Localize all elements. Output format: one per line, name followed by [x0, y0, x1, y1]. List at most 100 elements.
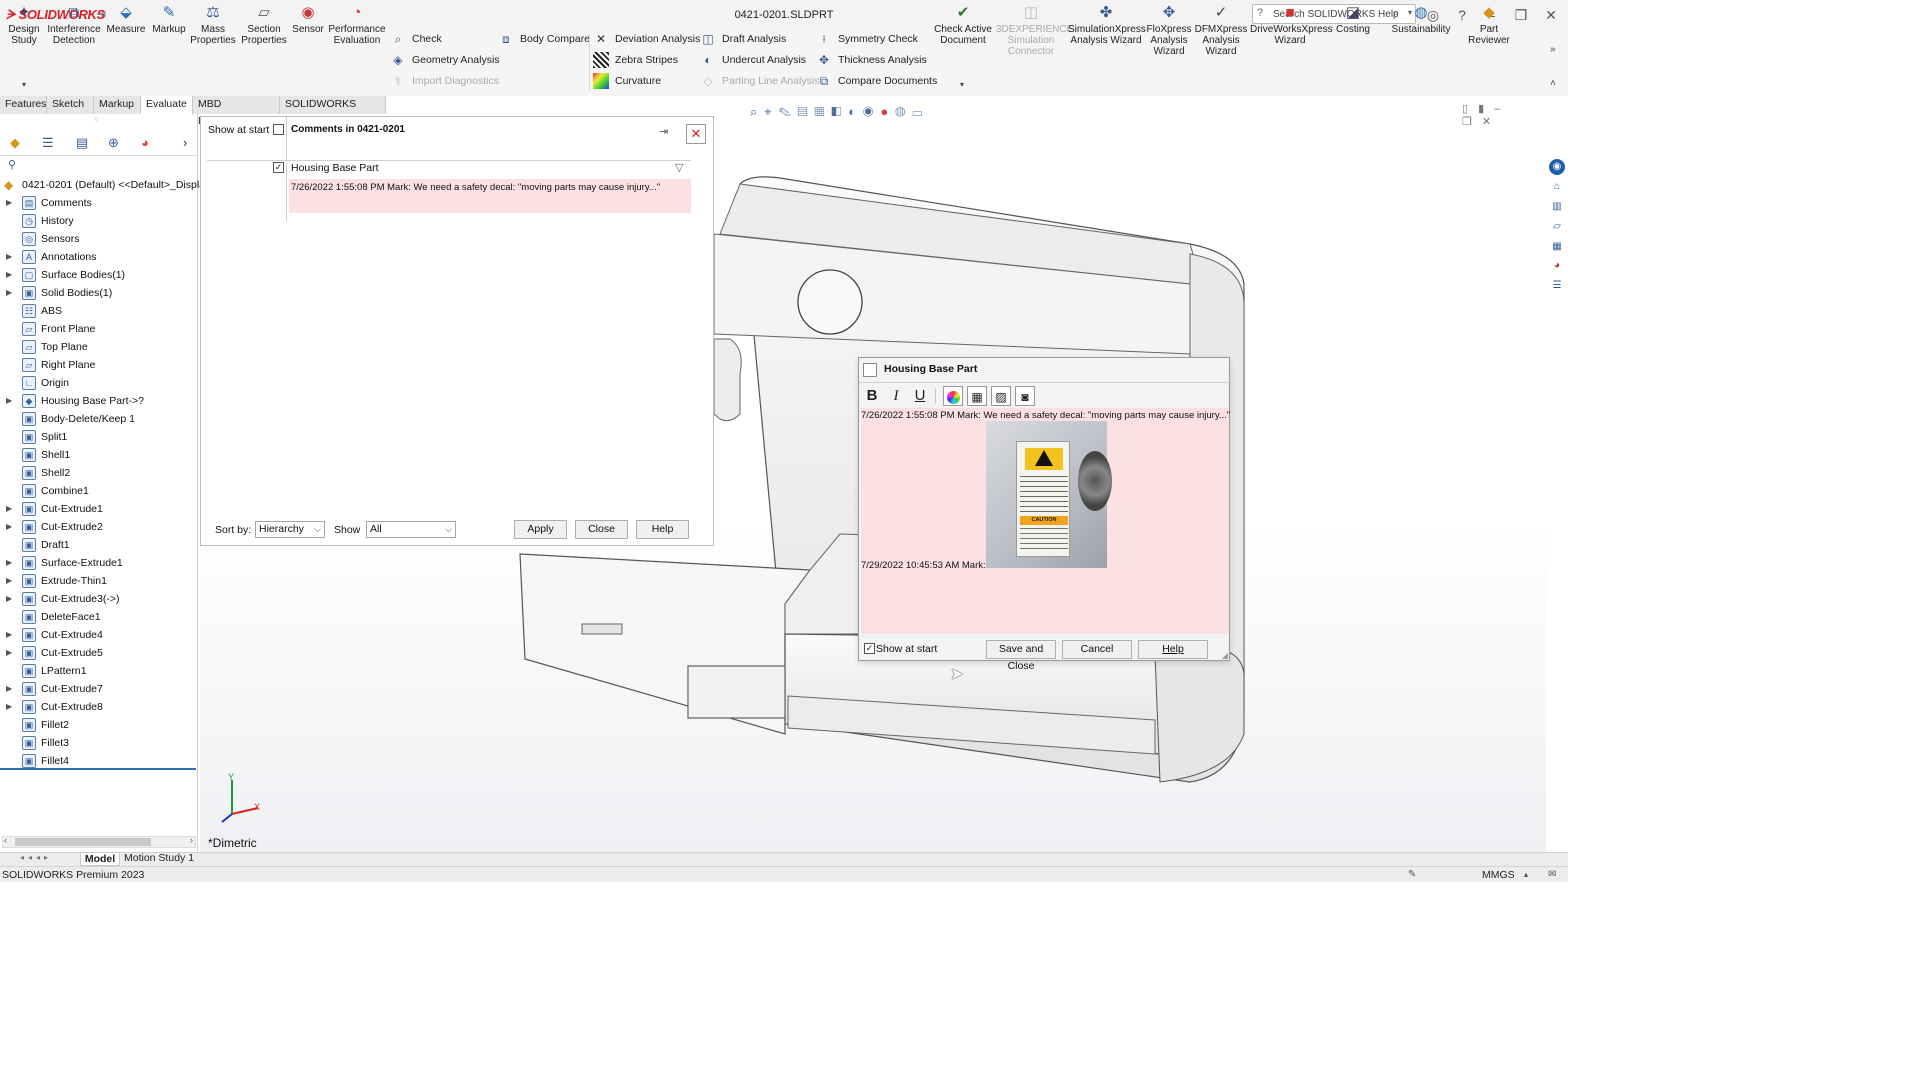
safety-decal-photo[interactable]: CAUTION — [986, 421, 1112, 568]
feature-manager-tab-icon[interactable]: ◆ — [10, 135, 20, 151]
edit-appearance-icon[interactable]: ● — [880, 104, 895, 119]
symmetry-check-button[interactable]: ⟊ Symmetry Check — [816, 30, 917, 50]
deviation-analysis-button[interactable]: ✕ Deviation Analysis — [593, 30, 700, 50]
hide-show-icon[interactable]: ◉ — [863, 104, 880, 119]
markup-button[interactable]: ✎ Markup — [150, 2, 188, 66]
costing-button[interactable]: ◪ Costing — [1332, 2, 1374, 66]
scrollbar-thumb[interactable] — [15, 838, 151, 846]
tree-item[interactable]: ▣ Combine1 — [0, 482, 198, 500]
units-dropdown-icon[interactable]: ▴ — [1524, 868, 1528, 882]
tree-item[interactable]: ▶ ▢ Surface Bodies(1) — [0, 266, 198, 284]
tree-item[interactable]: ▶ ▣ Cut-Extrude7 — [0, 680, 198, 698]
comment-text-area[interactable]: 7/26/2022 1:55:08 PM Mark: We need a saf… — [861, 408, 1230, 634]
dfmxpress-button[interactable]: ✓ DFMXpress Analysis Wizard — [1194, 2, 1248, 66]
expand-chevron-icon[interactable]: ▶ — [6, 194, 12, 212]
compare-documents-button[interactable]: ⧉ Compare Documents — [816, 72, 938, 92]
viewport-restore-icon[interactable]: ❐ — [1462, 116, 1482, 128]
collapse-ribbon-icon[interactable]: ˄ — [1550, 78, 1556, 89]
tree-item[interactable]: ▱ Right Plane — [0, 356, 198, 374]
tree-item[interactable]: ▣ Fillet2 — [0, 716, 198, 734]
tree-item[interactable]: ▶ ▣ Cut-Extrude5 — [0, 644, 198, 662]
design-study-dropdown-icon[interactable]: ▾ — [22, 80, 26, 89]
check-button[interactable]: ⌕ Check — [390, 30, 442, 50]
check-active-dropdown-icon[interactable]: ▾ — [960, 80, 964, 89]
show-at-start-checkbox[interactable] — [273, 124, 284, 135]
save-and-close-button[interactable]: Save and Close — [986, 640, 1056, 672]
editor-show-at-start-checkbox[interactable]: ✓ — [864, 643, 875, 654]
tab-scroll-arrows[interactable]: ◂◂◂▸ — [20, 853, 52, 862]
check-active-document-button[interactable]: ✔ Check Active Document — [934, 2, 992, 66]
part-reviewer-button[interactable]: ◆ Part Reviewer — [1460, 2, 1518, 66]
geometry-analysis-button[interactable]: ◈ Geometry Analysis — [390, 51, 499, 71]
expand-chevron-icon[interactable]: ▶ — [6, 626, 12, 644]
bold-button[interactable]: B — [862, 386, 882, 406]
configuration-manager-tab-icon[interactable]: ▤ — [76, 135, 88, 151]
section-properties-button[interactable]: ▱ Section Properties — [240, 2, 288, 66]
tree-horizontal-scrollbar[interactable]: ‹ › — [2, 835, 196, 848]
simulationxpress-button[interactable]: ✤ SimulationXpress Analysis Wizard — [1068, 2, 1146, 66]
dynamic-annotation-icon[interactable]: ▦ — [814, 104, 831, 119]
import-diagnostics-button[interactable]: ⚕ Import Diagnostics — [390, 72, 499, 92]
view-orientation-icon[interactable]: ◧ — [831, 104, 848, 119]
scroll-left-icon[interactable]: ‹ — [4, 835, 7, 845]
home-icon[interactable]: ⌂ — [1549, 179, 1565, 195]
curvature-button[interactable]: cCurvature — [593, 72, 661, 92]
viewport-minimize-icon[interactable]: – — [1494, 103, 1510, 115]
tree-item[interactable]: ◷ History — [0, 212, 198, 230]
apply-scene-icon[interactable]: ◍ — [895, 104, 912, 119]
expand-chevron-icon[interactable]: ▶ — [6, 392, 12, 410]
help-button[interactable]: Help — [636, 520, 689, 539]
custom-properties-icon[interactable]: ☰ — [1549, 278, 1565, 294]
tree-item[interactable]: ▣ Draft1 — [0, 536, 198, 554]
thickness-analysis-button[interactable]: ✥ Thickness Analysis — [816, 51, 927, 71]
interference-detection-button[interactable]: ⧉ Interference Detection — [46, 2, 102, 66]
view-palette-icon[interactable]: ▦ — [1549, 239, 1565, 255]
italic-button[interactable]: I — [886, 386, 906, 406]
close-button[interactable]: Close — [575, 520, 628, 539]
tab-evaluate[interactable]: Evaluate — [141, 96, 193, 114]
chat-icon[interactable]: ✉ — [1548, 868, 1556, 882]
show-filter-select[interactable]: All ⌵ — [366, 521, 456, 538]
tab-model[interactable]: Model — [80, 852, 120, 866]
expand-chevron-icon[interactable]: ▶ — [6, 590, 12, 608]
tree-item[interactable]: ▶ ▣ Cut-Extrude8 — [0, 698, 198, 716]
group-checkbox[interactable]: ✓ — [273, 162, 284, 173]
tab-motion-study[interactable]: Motion Study 1 — [124, 852, 194, 865]
heads-up-view-toolbar[interactable]: ⌕⌖✎▤▦◧◐◉●◍▭ — [750, 104, 929, 120]
tab-features[interactable]: Features — [0, 96, 47, 114]
sustainability-button[interactable]: ◍ Sustainability — [1388, 2, 1454, 66]
editor-help-button[interactable]: Help — [1138, 640, 1208, 659]
zebra-stripes-button[interactable]: zZebra Stripes — [593, 51, 678, 71]
tree-item[interactable]: ▶ ▣ Solid Bodies(1) — [0, 284, 198, 302]
expand-chevron-icon[interactable]: ▶ — [6, 554, 12, 572]
tree-item[interactable]: ▶ A Annotations — [0, 248, 198, 266]
more-tools-chevron-icon[interactable]: » — [1550, 44, 1556, 55]
tab-solidworks-addins[interactable]: SOLIDWORKS Add-Ins — [280, 96, 386, 127]
pin-panel-icon[interactable]: ⇥ — [659, 125, 668, 138]
tree-item[interactable]: ▣ Body-Delete/Keep 1 — [0, 410, 198, 428]
tree-item[interactable]: ▣ Shell1 — [0, 446, 198, 464]
display-manager-tab-icon[interactable]: ◕ — [141, 135, 149, 150]
solidworks-resources-icon[interactable]: ◉ — [1549, 159, 1565, 175]
tree-item[interactable]: ▣ Fillet4 — [0, 752, 198, 770]
tree-item[interactable]: ▣ DeleteFace1 — [0, 608, 198, 626]
tree-root[interactable]: ◆ 0421-0201 (Default) <<Default>_Display — [0, 176, 210, 194]
split-horizontal-icon[interactable]: ▯ — [1462, 103, 1478, 115]
expand-chevron-icon[interactable]: ▶ — [6, 266, 12, 284]
resize-grip-icon[interactable]: ◢ — [1222, 651, 1228, 660]
parting-line-analysis-button[interactable]: ◇ Parting Line Analysis — [700, 72, 819, 92]
comment-entry[interactable]: 7/26/2022 1:55:08 PM Mark: We need a saf… — [289, 179, 691, 213]
filter-comments-icon[interactable]: ▽ — [675, 161, 683, 174]
tab-sketch[interactable]: Sketch — [47, 96, 94, 114]
tree-item[interactable]: ▱ Top Plane — [0, 338, 198, 356]
rebuild-status-icon[interactable]: ✎ — [1408, 868, 1416, 882]
tab-markup[interactable]: Markup — [94, 96, 141, 114]
tree-item[interactable]: ▶ ▣ Cut-Extrude3(->) — [0, 590, 198, 608]
sensor-button[interactable]: ◉ Sensor — [290, 2, 326, 66]
cancel-button[interactable]: Cancel — [1062, 640, 1132, 659]
expand-chevron-icon[interactable]: ▶ — [6, 248, 12, 266]
section-view-icon[interactable]: ▤ — [797, 104, 814, 119]
insert-datetime-button[interactable]: ▦ — [967, 386, 987, 406]
close-panel-icon[interactable]: ✕ — [686, 124, 706, 144]
tree-item[interactable]: ▱ Front Plane — [0, 320, 198, 338]
